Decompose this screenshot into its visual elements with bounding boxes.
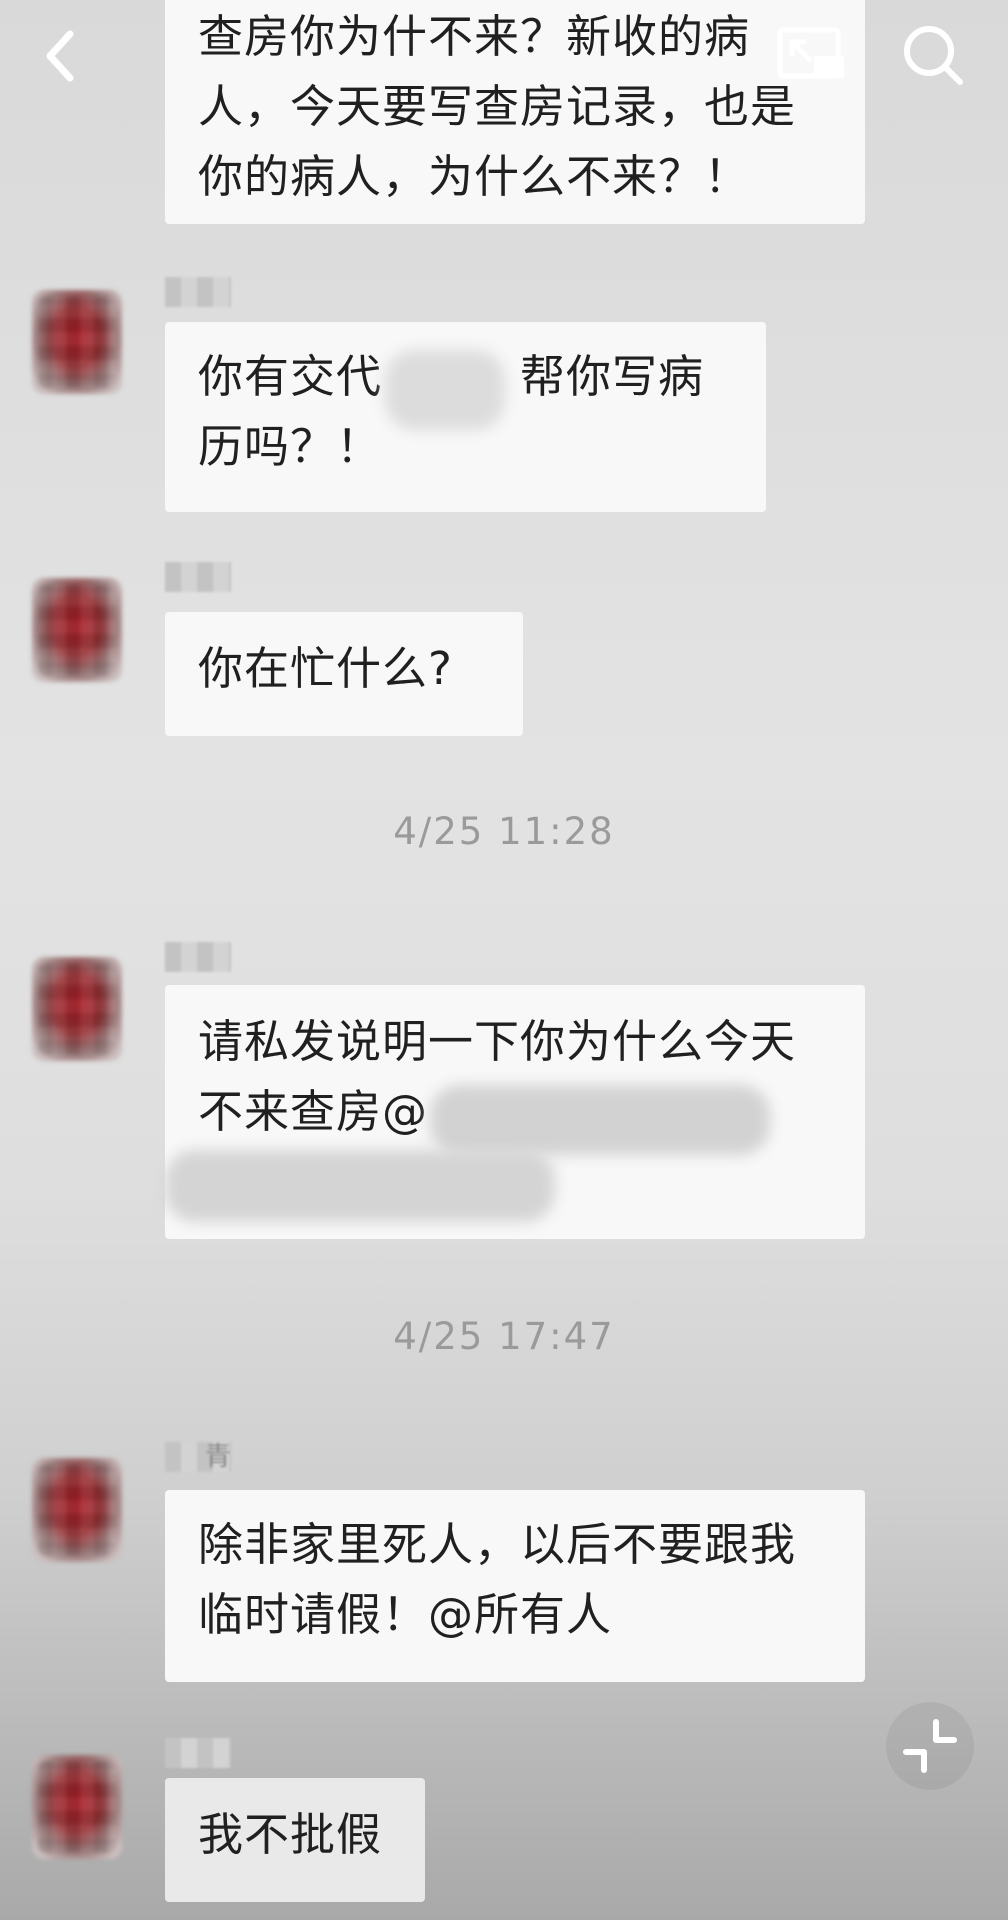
avatar-sender-5 bbox=[32, 1458, 122, 1562]
sender-name-fragment: 青 bbox=[204, 1442, 231, 1472]
timestamp-2: 4/25 17:47 bbox=[393, 1315, 615, 1358]
timestamp-1: 4/25 11:28 bbox=[393, 810, 615, 853]
redacted-blur-2 bbox=[430, 1085, 770, 1155]
message-text-1: 查房你为什不来？新收的病人，今天要写查房记录，也是你的病人，为什么不来？！ bbox=[198, 10, 797, 203]
sender-name-6 bbox=[165, 1738, 231, 1768]
chevron-left-icon bbox=[46, 30, 74, 82]
sender-name-2 bbox=[165, 277, 231, 307]
sender-name-5: 青 bbox=[165, 1442, 231, 1472]
cast-button[interactable] bbox=[774, 22, 848, 88]
message-text-5: 除非家里死人，以后不要跟我临时请假！@所有人 bbox=[198, 1518, 797, 1641]
avatar-sender-2 bbox=[32, 290, 122, 394]
message-bubble-5: 除非家里死人，以后不要跟我临时请假！@所有人 bbox=[165, 1490, 865, 1682]
message-bubble-6: 我不批假 bbox=[165, 1778, 425, 1902]
search-icon bbox=[904, 26, 963, 85]
redacted-blur-3 bbox=[165, 1150, 555, 1222]
message-bubble-3: 你在忙什么? bbox=[165, 612, 523, 736]
avatar-sender-4 bbox=[32, 957, 122, 1061]
screen-cast-icon bbox=[777, 27, 844, 79]
chat-screen: 查房你为什不来？新收的病人，今天要写查房记录，也是你的病人，为什么不来？！ 你有… bbox=[0, 0, 1008, 1920]
collapse-button[interactable] bbox=[886, 1702, 974, 1790]
sender-name-4 bbox=[165, 942, 231, 972]
avatar-sender-3 bbox=[32, 578, 122, 682]
avatar-sender-6 bbox=[32, 1755, 122, 1859]
back-button[interactable] bbox=[30, 20, 94, 92]
collapse-arrows-icon bbox=[903, 1719, 957, 1773]
redacted-blur-1 bbox=[385, 350, 505, 430]
search-button[interactable] bbox=[896, 18, 972, 94]
sender-name-3 bbox=[165, 562, 231, 592]
message-bubble-1: 查房你为什不来？新收的病人，今天要写查房记录，也是你的病人，为什么不来？！ bbox=[165, 0, 865, 224]
message-text-3: 你在忙什么? bbox=[198, 642, 453, 695]
message-text-6: 我不批假 bbox=[198, 1808, 383, 1861]
